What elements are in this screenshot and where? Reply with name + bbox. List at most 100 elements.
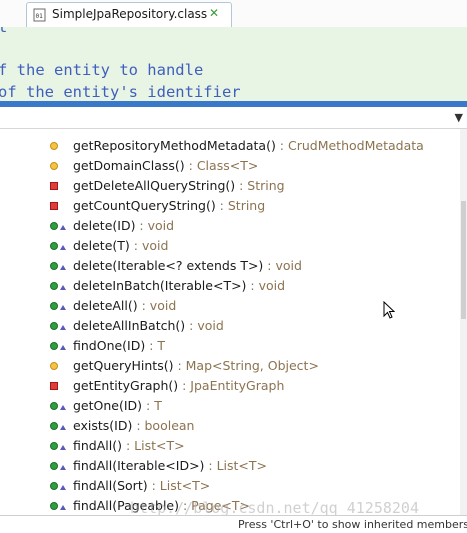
outline-item-label: deleteAllInBatch() : void [73,318,224,333]
method-signature: delete(ID) [73,218,136,233]
quick-outline-popup: ▼ getRepositoryMethodMetadata() : CrudMe… [0,107,467,533]
method-signature: exists(ID) [73,418,133,433]
override-icon [60,505,66,510]
method-signature: getRepositoryMethodMetadata() [73,138,276,153]
override-icon [60,305,66,310]
method-signature: getCountQueryString() [73,198,216,213]
outline-item[interactable]: findAll(Iterable<ID>) : List<T> [0,457,460,477]
outline-item[interactable]: deleteAllInBatch() : void [0,317,460,337]
return-type: : void [246,278,286,293]
outline-item-label: getEntityGraph() : JpaEntityGraph [73,378,284,393]
view-menu-icon[interactable]: ▼ [455,111,463,124]
return-type: : void [185,318,224,333]
return-type: : void [263,258,302,273]
return-type: : T [142,398,162,413]
editor-tab-bar: 01 SimpleJpaRepository.class ✕ [0,0,467,28]
public-override-method-icon [50,222,58,230]
outline-item[interactable]: getOne(ID) : T [0,397,460,417]
outline-item[interactable]: delete(ID) : void [0,217,460,237]
outline-item[interactable]: getDeleteAllQueryString() : String [0,177,460,197]
return-type: : boolean [132,418,195,433]
public-override-method-icon [50,342,58,350]
override-icon [60,425,66,430]
override-icon [60,465,66,470]
protected-method-icon [50,162,58,170]
override-icon [60,445,66,450]
public-override-method-icon [50,422,58,430]
override-icon [60,405,66,410]
outline-item[interactable]: delete(Iterable<? extends T>) : void [0,257,460,277]
public-override-method-icon [50,302,58,310]
outline-item-label: findAll(Iterable<ID>) : List<T> [73,458,267,473]
return-type: : String [215,198,266,213]
outline-item[interactable]: getDomainClass() : Class<T> [0,157,460,177]
override-icon [60,485,66,490]
outline-filter-input[interactable]: ▼ [0,107,467,129]
outline-item-label: findAll() : List<T> [73,438,185,453]
scrollbar-thumb[interactable] [461,201,466,319]
override-icon [60,325,66,330]
return-type: : List<T> [121,438,185,453]
return-type: : Map<String, Object> [173,358,319,373]
return-type: : T [145,338,166,353]
outline-item[interactable]: getQueryHints() : Map<String, Object> [0,357,460,377]
override-icon [60,285,66,290]
method-signature: deleteAllInBatch() [73,318,186,333]
outline-item[interactable]: findAll(Sort) : List<T> [0,477,460,497]
method-signature: getEntityGraph() [73,378,179,393]
return-type: : JpaEntityGraph [178,378,285,393]
private-method-icon [50,202,58,210]
override-icon [60,265,66,270]
outline-item[interactable]: getCountQueryString() : String [0,197,460,217]
outline-item-label: findOne(ID) : T [73,338,165,353]
status-bar: Press 'Ctrl+O' to show inherited members [0,515,467,533]
return-type: : void [129,238,169,253]
private-method-icon [50,182,58,190]
status-hint: Press 'Ctrl+O' to show inherited members [237,518,467,531]
public-override-method-icon [50,322,58,330]
protected-method-icon [50,362,58,370]
outline-item-label: delete(Iterable<? extends T>) : void [73,258,302,273]
tab-title: SimpleJpaRepository.class [52,7,208,21]
return-type: : List<T> [204,458,268,473]
svg-text:01: 01 [36,13,44,20]
override-icon [60,245,66,250]
return-type: : void [137,298,177,313]
return-type: : Class<T> [184,158,259,173]
outline-item-label: getRepositoryMethodMetadata() : CrudMeth… [73,138,424,153]
method-signature: findOne(ID) [73,338,146,353]
method-signature: getQueryHints() [73,358,174,373]
public-override-method-icon [50,282,58,290]
close-tab-icon[interactable]: ✕ [209,6,219,20]
public-override-method-icon [50,262,58,270]
outline-item-label: getDomainClass() : Class<T> [73,158,258,173]
method-signature: delete(Iterable<? extends T>) [73,258,264,273]
outline-item[interactable]: findOne(ID) : T [0,337,460,357]
override-icon [60,345,66,350]
outline-item[interactable]: getRepositoryMethodMetadata() : CrudMeth… [0,137,460,157]
outline-item[interactable]: getEntityGraph() : JpaEntityGraph [0,377,460,397]
outline-item-label: getQueryHints() : Map<String, Object> [73,358,319,373]
public-override-method-icon [50,462,58,470]
outline-item[interactable]: exists(ID) : boolean [0,417,460,437]
public-override-method-icon [50,242,58,250]
outline-item[interactable]: findAll() : List<T> [0,437,460,457]
outline-member-list: getRepositoryMethodMetadata() : CrudMeth… [0,137,460,517]
method-signature: getDeleteAllQueryString() [73,178,236,193]
outline-item-label: findAll(Sort) : List<T> [73,478,210,493]
outline-item[interactable]: delete(T) : void [0,237,460,257]
method-signature: findAll() [73,438,122,453]
code-line: of the entity's identifier [0,83,241,101]
vertical-scrollbar[interactable] [460,129,467,529]
protected-method-icon [50,142,58,150]
return-type: : CrudMethodMetadata [275,138,424,153]
outline-item-label: deleteAll() : void [73,298,176,313]
outline-item-label: getCountQueryString() : String [73,198,265,213]
method-signature: findAll(Iterable<ID>) [73,458,205,473]
private-method-icon [50,382,58,390]
method-signature: deleteInBatch(Iterable<T>) [73,278,247,293]
code-editor[interactable]: t f the entity to handle of the entity's… [0,27,467,101]
outline-item-label: deleteInBatch(Iterable<T>) : void [73,278,285,293]
outline-item[interactable]: deleteInBatch(Iterable<T>) : void [0,277,460,297]
editor-tab[interactable]: 01 SimpleJpaRepository.class ✕ [26,2,232,28]
